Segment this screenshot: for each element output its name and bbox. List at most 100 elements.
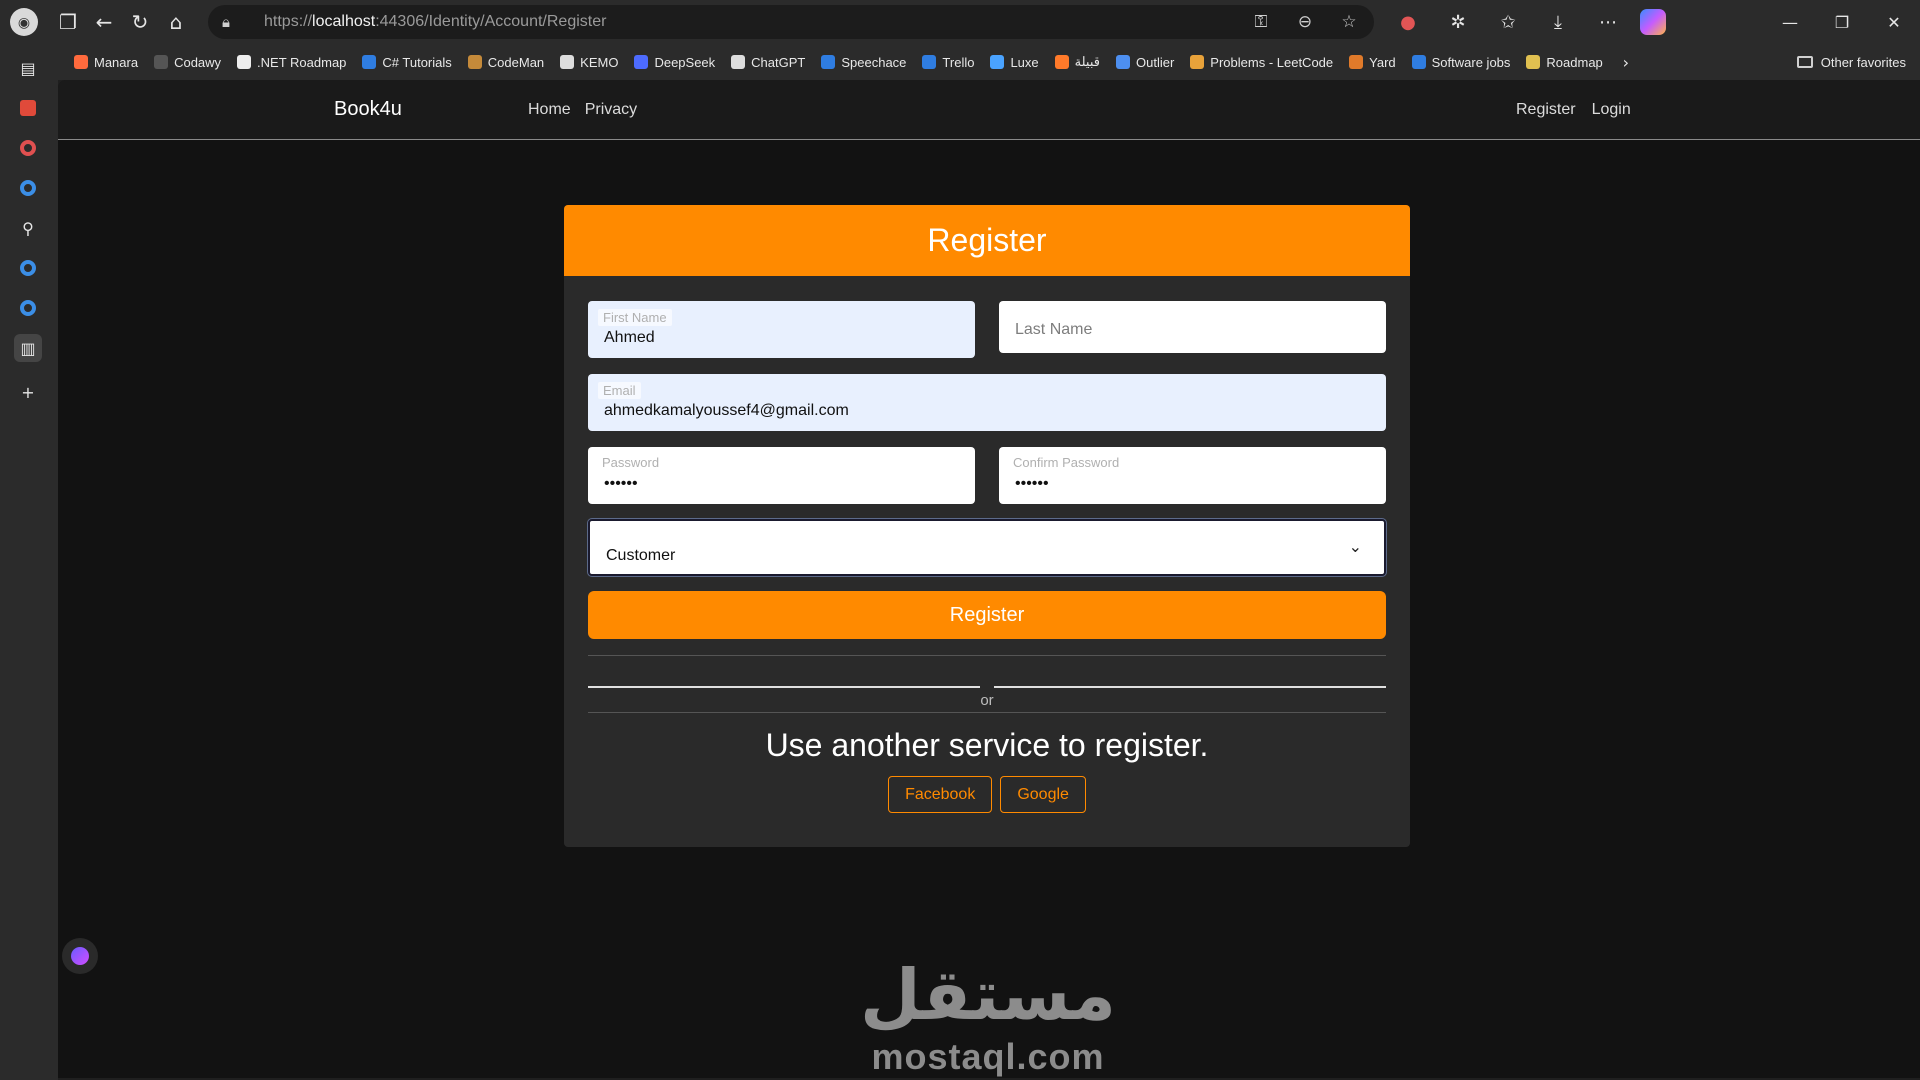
download-icon[interactable]: ⤓ [1540, 4, 1576, 40]
last-name-field[interactable]: Last Name [999, 301, 1386, 353]
bookmark-favicon-icon [1054, 55, 1069, 69]
divider [588, 655, 1386, 656]
bookmark-label: Problems - LeetCode [1210, 54, 1334, 70]
bookmark-item[interactable]: .NET Roadmap [229, 48, 354, 76]
bookmark-favicon-icon [990, 55, 1005, 69]
google-button[interactable]: Google [1000, 776, 1086, 813]
favorites-icon[interactable]: ✩ [1490, 4, 1526, 40]
lock-icon: 🔒︎ [222, 13, 230, 31]
app-icon-2[interactable] [14, 254, 42, 282]
other-favorites[interactable]: Other favorites [1796, 48, 1906, 76]
bookmark-item[interactable]: KEMO [552, 48, 626, 76]
or-separator: or [980, 692, 994, 709]
chevron-down-icon: ⌄ [1348, 537, 1362, 556]
bookmark-label: C# Tutorials [382, 54, 452, 70]
nav-register[interactable]: Register [1516, 101, 1576, 119]
bookmark-item[interactable]: Manara [66, 48, 146, 76]
bookmark-favicon-icon [74, 55, 88, 69]
confirm-password-value: •••••• [1015, 475, 1049, 492]
bookmark-label: Roadmap [1546, 54, 1603, 70]
search-icon[interactable]: ⚲ [14, 214, 42, 242]
bookmark-label: Software jobs [1431, 54, 1511, 70]
other-favorites-label: Other favorites [1820, 54, 1906, 70]
confirm-password-field[interactable]: Confirm Password •••••• [999, 447, 1386, 504]
first-name-value: Ahmed [604, 329, 655, 346]
add-icon[interactable]: + [14, 378, 42, 406]
record-icon[interactable] [14, 134, 42, 162]
or-line-right [994, 686, 1386, 688]
bookmark-label: DeepSeek [654, 54, 716, 70]
more-icon[interactable]: ⋯ [1590, 4, 1626, 40]
bookmark-label: Manara [94, 54, 139, 70]
nav-home[interactable]: Home [528, 101, 571, 119]
watermark: مستقل mostaql.com [838, 960, 1138, 1078]
bookmark-item[interactable]: CodeMan [460, 48, 552, 76]
bookmark-label: ChatGPT [751, 54, 806, 70]
bookmark-favicon-icon [154, 55, 169, 69]
address-bar[interactable]: 🔒︎ https://localhost:44306/Identity/Acco… [208, 5, 1374, 39]
bookmarks-bar: Manara Codawy .NET Roadmap C# Tutorials Code… [58, 44, 1920, 80]
url-text[interactable]: https://localhost:44306/Identity/Account… [264, 13, 606, 31]
bookmark-label: Trello [942, 54, 975, 70]
reading-icon[interactable]: ▥ [14, 334, 42, 362]
bookmark-favicon-icon [731, 55, 746, 69]
app-icon-3[interactable] [14, 294, 42, 322]
nav-privacy[interactable]: Privacy [585, 101, 637, 119]
close-icon[interactable]: ✕ [1868, 0, 1920, 44]
bookmark-label: KEMO [580, 54, 619, 70]
assistant-badge[interactable] [62, 938, 98, 974]
tabs-icon[interactable]: ▤ [14, 54, 42, 82]
bookmark-item[interactable]: C# Tutorials [354, 48, 459, 76]
pdf-icon[interactable] [14, 94, 42, 122]
chevron-right-icon[interactable]: › [1611, 53, 1641, 72]
bookmark-item[interactable]: Outlier [1108, 48, 1182, 76]
bookmark-item[interactable]: Problems - LeetCode [1182, 48, 1341, 76]
bookmark-item[interactable]: قبيلة [1047, 48, 1108, 76]
bookmark-favicon-icon [467, 55, 482, 69]
copilot-icon[interactable] [1640, 9, 1666, 35]
first-name-field[interactable]: First Name Ahmed [588, 301, 975, 358]
app-icon[interactable] [14, 174, 42, 202]
email-value: ahmedkamalyoussef4@gmail.com [604, 402, 849, 419]
bookmark-label: Yard [1369, 54, 1396, 70]
bookmark-label: Luxe [1010, 54, 1039, 70]
nav-login[interactable]: Login [1592, 101, 1631, 119]
facebook-button[interactable]: Facebook [888, 776, 993, 813]
register-card: Register First Name Ahmed Last Name Emai… [564, 205, 1410, 847]
browser-sidebar: ▤ ⚲ ▥ + [0, 44, 58, 1080]
bookmark-item[interactable]: Software jobs [1404, 48, 1519, 76]
refresh-icon[interactable]: ↻ [122, 4, 158, 40]
profile-avatar[interactable]: ◉ [10, 8, 38, 36]
bookmark-item[interactable]: Codawy [146, 48, 229, 76]
bookmark-item[interactable]: Yard [1341, 48, 1404, 76]
register-button[interactable]: Register [588, 591, 1386, 639]
restore-icon[interactable]: ❐ [1816, 0, 1868, 44]
bookmark-item[interactable]: ChatGPT [723, 48, 813, 76]
email-field[interactable]: Email ahmedkamalyoussef4@gmail.com [588, 374, 1386, 431]
bookmark-item[interactable]: Trello [914, 48, 982, 76]
back-icon[interactable]: ← [86, 4, 122, 40]
bookmark-label: Outlier [1136, 54, 1175, 70]
bookmark-label: Codawy [174, 54, 222, 70]
star-icon[interactable]: ☆ [1334, 12, 1364, 32]
bookmark-item[interactable]: DeepSeek [626, 48, 723, 76]
or-line-left [588, 686, 980, 688]
home-icon[interactable]: ⌂ [158, 4, 194, 40]
site-brand[interactable]: Book4u [334, 98, 402, 121]
bookmark-favicon-icon [821, 55, 836, 69]
bookmark-favicon-icon [560, 55, 575, 69]
last-name-placeholder: Last Name [1015, 321, 1093, 338]
minimize-icon[interactable]: — [1764, 0, 1816, 44]
bookmark-item[interactable]: Speechace [813, 48, 914, 76]
role-select[interactable]: Customer ⌄ [588, 519, 1386, 576]
extensions-icon[interactable]: ✲ [1440, 4, 1476, 40]
register-title: Register [564, 205, 1410, 276]
bookmark-item[interactable]: Luxe [982, 48, 1046, 76]
password-field[interactable]: Password •••••• [588, 447, 975, 504]
extension-red-icon[interactable]: ● [1390, 4, 1426, 40]
bookmark-label: CodeMan [487, 54, 545, 70]
bookmark-item[interactable]: Roadmap [1518, 48, 1610, 76]
workspaces-icon[interactable]: ❐ [50, 4, 86, 40]
key-icon[interactable]: ⚿ [1246, 12, 1276, 32]
zoom-icon[interactable]: ⊖ [1290, 12, 1320, 32]
